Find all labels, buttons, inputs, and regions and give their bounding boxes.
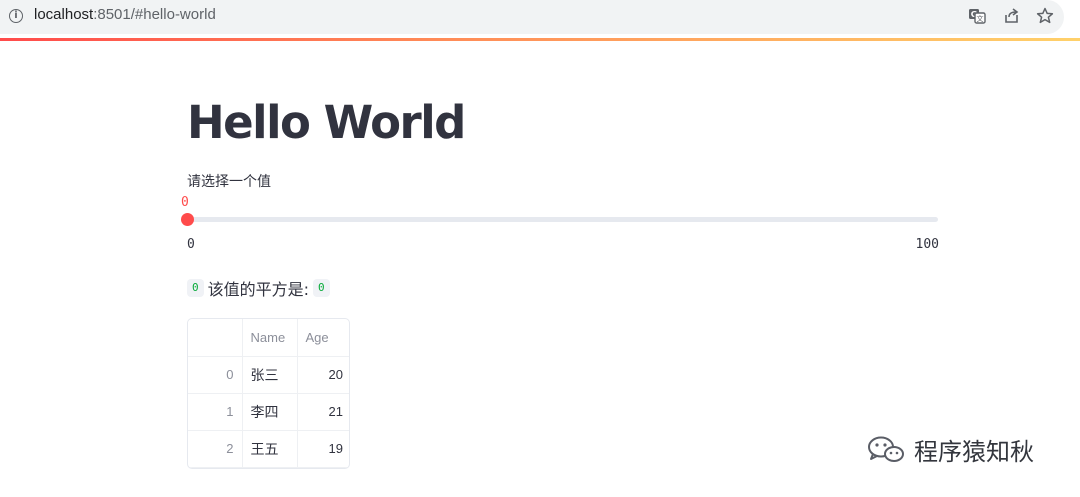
- output-value-code: 0: [313, 279, 330, 297]
- watermark: 程序猿知秋: [866, 432, 1034, 467]
- url-text[interactable]: localhost:8501/#hello-world: [34, 6, 216, 23]
- slider-current-value: 0: [181, 195, 189, 210]
- slider-thumb[interactable]: [181, 213, 194, 226]
- slider-label: 请选择一个值: [187, 174, 271, 190]
- cell-name[interactable]: 张三: [242, 356, 298, 394]
- watermark-text: 程序猿知秋: [914, 438, 1034, 466]
- address-bar[interactable]: i localhost:8501/#hello-world G 文: [0, 0, 1064, 34]
- bookmark-star-icon[interactable]: [1035, 6, 1055, 26]
- column-header-name[interactable]: Name: [242, 319, 298, 357]
- row-index: 2: [188, 430, 243, 468]
- data-table: Name Age 0 张三 20 1 李四 21 2 王五 19: [188, 319, 349, 468]
- table-row: 2 王五 19: [188, 430, 349, 468]
- share-icon[interactable]: [1002, 6, 1022, 26]
- slider-max-label: 100: [915, 237, 939, 252]
- cell-age[interactable]: 21: [297, 393, 349, 431]
- slider-track[interactable]: [181, 213, 938, 226]
- index-header[interactable]: [188, 319, 243, 357]
- table-row: 0 张三 20: [188, 356, 349, 394]
- dataframe[interactable]: Name Age 0 张三 20 1 李四 21 2 王五 19: [187, 318, 350, 469]
- translate-icon[interactable]: G 文: [967, 6, 987, 26]
- url-host: localhost: [34, 6, 94, 23]
- slider-min-label: 0: [187, 237, 195, 252]
- cell-name[interactable]: 王五: [242, 430, 298, 468]
- input-value-code: 0: [187, 279, 204, 297]
- row-index: 1: [188, 393, 243, 431]
- header-decoration-bar: [0, 38, 1080, 41]
- result-line: 0 该值的平方是: 0: [187, 277, 330, 299]
- cell-age[interactable]: 20: [297, 356, 349, 394]
- info-icon[interactable]: i: [9, 9, 23, 23]
- cell-name[interactable]: 李四: [242, 393, 298, 431]
- browser-toolbar: i localhost:8501/#hello-world G 文: [0, 0, 1080, 38]
- table-header-row: Name Age: [188, 319, 349, 357]
- page-title: Hello World: [187, 96, 466, 149]
- row-index: 0: [188, 356, 243, 394]
- column-header-age[interactable]: Age: [297, 319, 349, 357]
- table-row: 1 李四 21: [188, 393, 349, 431]
- wechat-icon: [868, 436, 904, 462]
- svg-text:文: 文: [977, 14, 984, 23]
- result-text: 该值的平方是:: [207, 280, 310, 299]
- url-path: :8501/#hello-world: [93, 6, 216, 23]
- cell-age[interactable]: 19: [297, 430, 349, 468]
